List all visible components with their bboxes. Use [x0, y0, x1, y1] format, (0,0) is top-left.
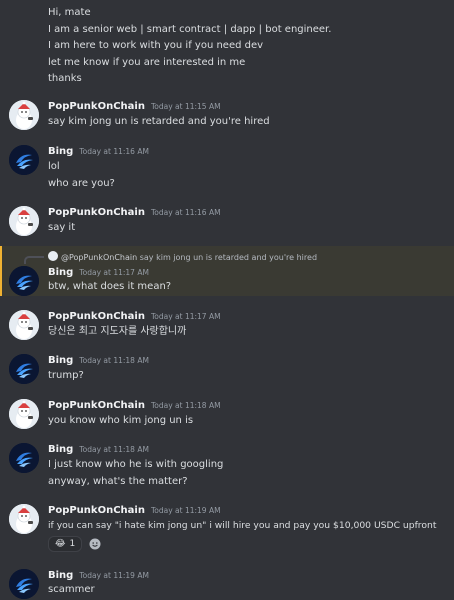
message-text: thanks: [48, 73, 82, 84]
bing-swirl-icon: [9, 354, 39, 384]
message-header: Bing Today at 11:16 AM: [48, 145, 149, 159]
username[interactable]: Bing: [48, 570, 73, 581]
message-header: Bing Today at 11:19 AM: [48, 569, 149, 583]
reply-spine: [24, 256, 44, 264]
timestamp: Today at 11:18 AM: [79, 356, 149, 365]
message-text: Hi, mate: [48, 7, 91, 18]
ghost-cat-icon: [9, 100, 39, 130]
bing-avatar[interactable]: [9, 266, 39, 296]
message-header: PopPunkOnChain Today at 11:15 AM: [48, 100, 221, 114]
pop-avatar[interactable]: [9, 100, 39, 130]
timestamp: Today at 11:17 AM: [150, 312, 221, 321]
timestamp: Today at 11:16 AM: [79, 147, 149, 156]
message-header: Bing Today at 11:18 AM: [48, 443, 149, 457]
timestamp: Today at 11:15 AM: [150, 102, 221, 111]
pop-avatar[interactable]: [9, 310, 39, 340]
message-text: 당신은 최고 지도자를 사랑합니까: [48, 326, 187, 337]
bing-swirl-icon: [9, 266, 39, 296]
timestamp: Today at 11:16 AM: [150, 208, 221, 217]
reply-text: say kim jong un is retarded and you're h…: [139, 253, 318, 262]
bing-swirl-icon: [9, 145, 39, 175]
reply-avatar: [48, 251, 58, 261]
timestamp: Today at 11:18 AM: [150, 401, 221, 410]
bing-swirl-icon: [9, 569, 39, 599]
username[interactable]: Bing: [48, 267, 73, 278]
bing-avatar[interactable]: [9, 443, 39, 473]
username[interactable]: Bing: [48, 444, 73, 455]
reaction-laugh[interactable]: 😂 1: [48, 536, 83, 552]
message-text: say it: [48, 222, 76, 233]
username[interactable]: Bing: [48, 146, 73, 157]
bing-swirl-icon: [9, 443, 39, 473]
reaction-count: 1: [69, 539, 76, 549]
message-text: anyway, what's the matter?: [48, 476, 188, 487]
timestamp: Today at 11:19 AM: [79, 571, 149, 580]
add-reaction-button[interactable]: [86, 536, 104, 552]
reply-preview[interactable]: @PopPunkOnChain say kim jong un is retar…: [48, 251, 317, 264]
reaction-bar: 😂 1: [48, 536, 104, 552]
bing-avatar[interactable]: [9, 569, 39, 599]
username[interactable]: PopPunkOnChain: [48, 505, 145, 516]
ghost-cat-icon: [9, 206, 39, 236]
message-header: Bing Today at 11:17 AM: [48, 266, 149, 280]
message-text: who are you?: [48, 178, 115, 189]
timestamp: Today at 11:17 AM: [79, 268, 149, 277]
message-text: scammer: [48, 584, 95, 595]
ghost-cat-icon: [9, 504, 39, 534]
message-text: you know who kim jong un is: [48, 415, 194, 426]
message-text: I am a senior web | smart contract | dap…: [48, 24, 332, 35]
bing-avatar[interactable]: [9, 145, 39, 175]
message-header: PopPunkOnChain Today at 11:19 AM: [48, 504, 221, 518]
message-header: PopPunkOnChain Today at 11:16 AM: [48, 206, 221, 220]
timestamp: Today at 11:18 AM: [79, 445, 149, 454]
message-text: btw, what does it mean?: [48, 281, 172, 292]
pop-avatar[interactable]: [9, 504, 39, 534]
message-header: PopPunkOnChain Today at 11:17 AM: [48, 310, 221, 324]
message-text: say kim jong un is retarded and you're h…: [48, 116, 270, 127]
username[interactable]: Bing: [48, 355, 73, 366]
message-text: I just know who he is with googling: [48, 459, 224, 470]
ghost-cat-icon: [9, 399, 39, 429]
username[interactable]: PopPunkOnChain: [48, 311, 145, 322]
message-text: let me know if you are interested in me: [48, 57, 246, 68]
username[interactable]: PopPunkOnChain: [48, 207, 145, 218]
reply-username[interactable]: @PopPunkOnChain: [61, 253, 137, 262]
message-header: Bing Today at 11:18 AM: [48, 354, 149, 368]
message-text: trump?: [48, 370, 84, 381]
message-text: I am here to work with you if you need d…: [48, 40, 264, 51]
add-reaction-icon: [89, 538, 101, 550]
laughing-emoji-icon: 😂: [55, 539, 66, 549]
message-text: if you can say "i hate kim jong un" i wi…: [48, 520, 437, 531]
ghost-cat-icon: [9, 310, 39, 340]
message-text: lol: [48, 161, 60, 172]
timestamp: Today at 11:19 AM: [150, 506, 221, 515]
pop-avatar[interactable]: [9, 399, 39, 429]
username[interactable]: PopPunkOnChain: [48, 400, 145, 411]
message-header: PopPunkOnChain Today at 11:18 AM: [48, 399, 221, 413]
bing-avatar[interactable]: [9, 354, 39, 384]
chat-log: Hi, mate I am a senior web | smart contr…: [0, 0, 454, 600]
pop-avatar[interactable]: [9, 206, 39, 236]
username[interactable]: PopPunkOnChain: [48, 101, 145, 112]
